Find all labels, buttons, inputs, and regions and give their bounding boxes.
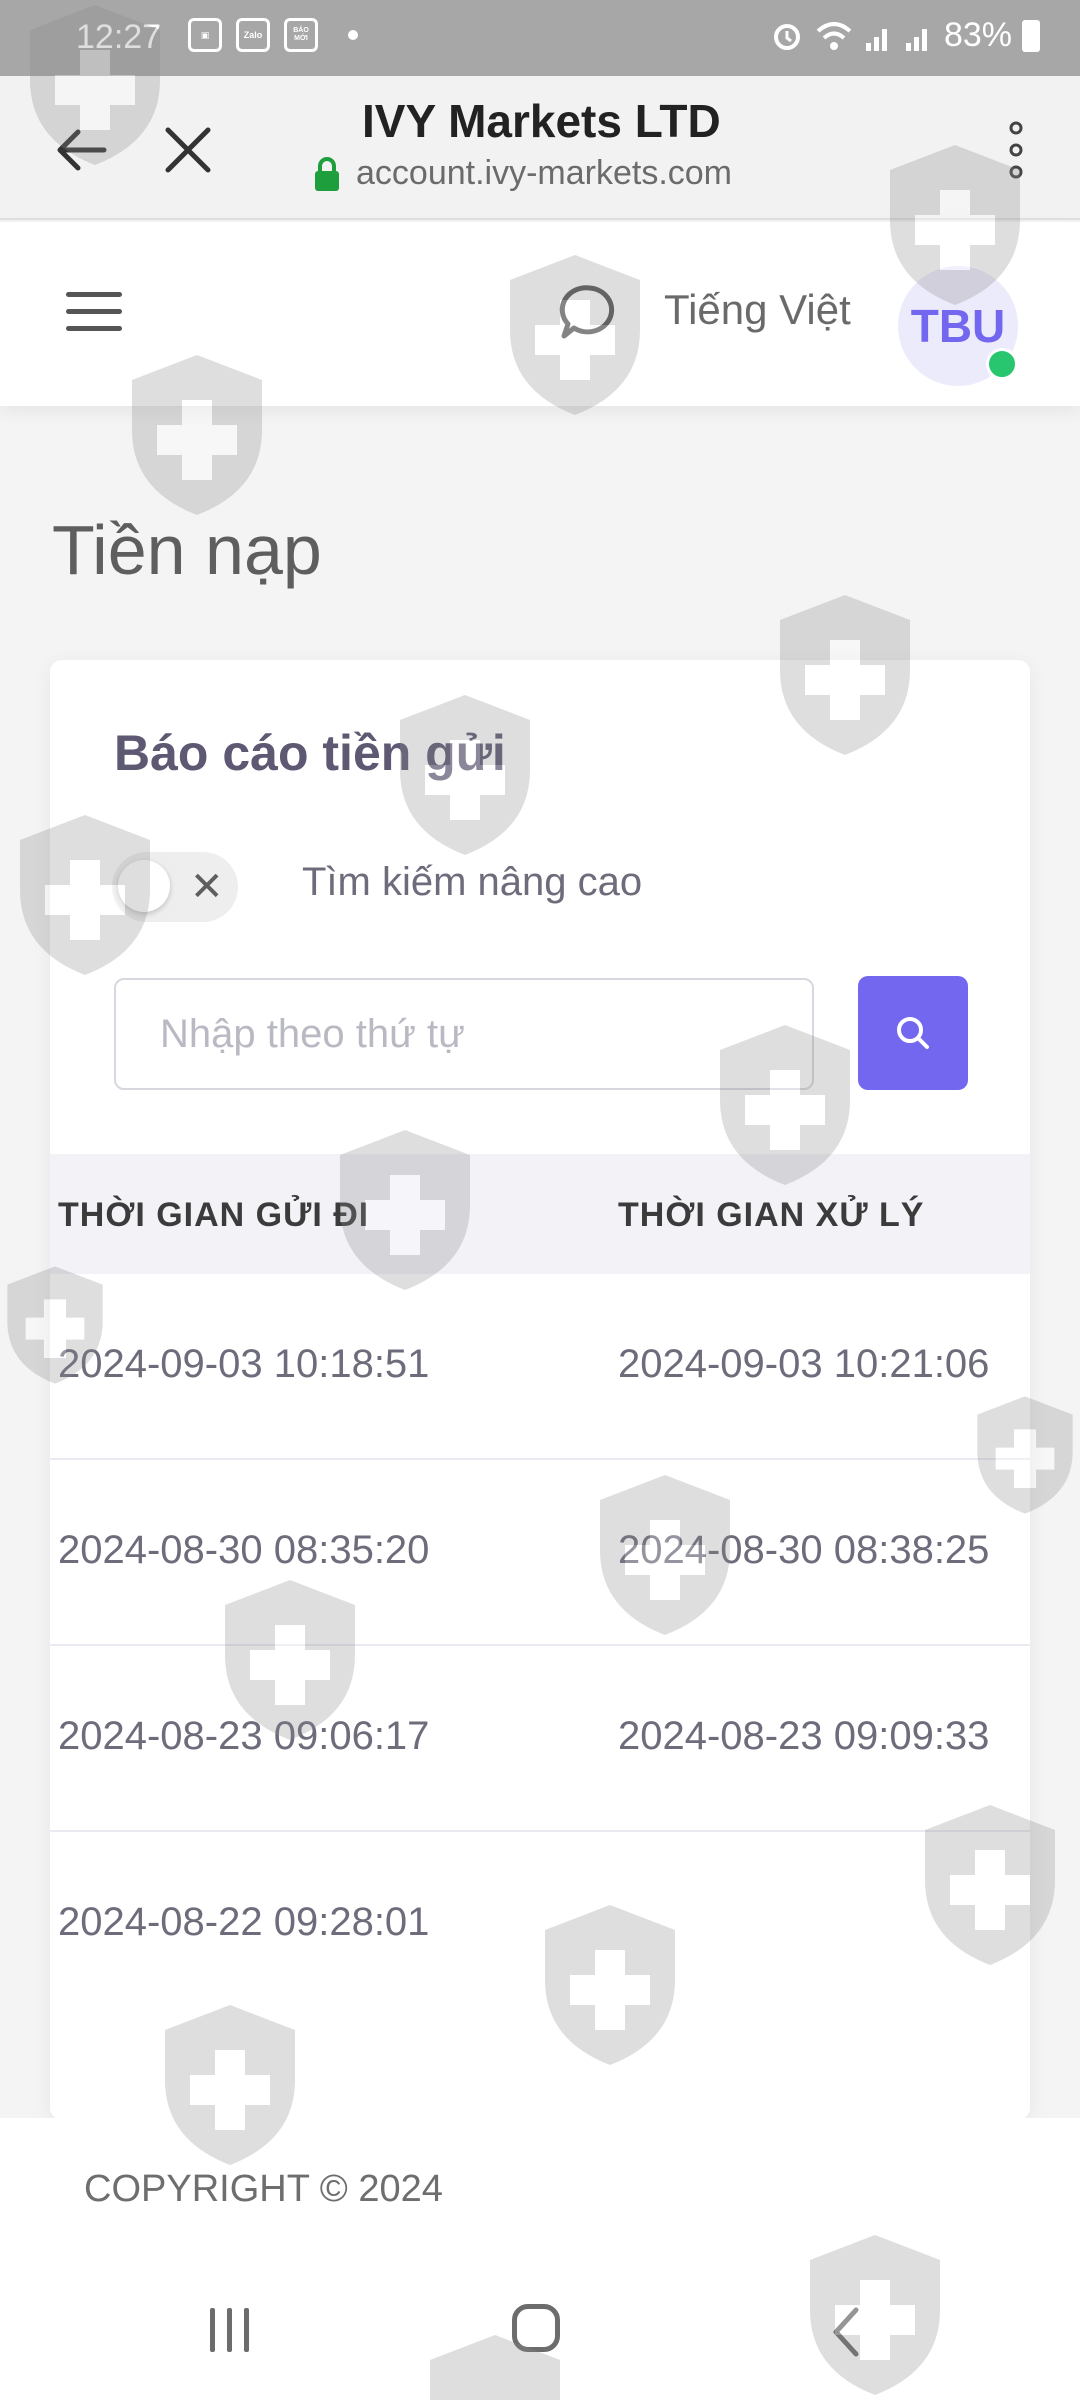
lock-icon: [315, 156, 339, 191]
nav-recent-icon[interactable]: [210, 2308, 249, 2352]
table-header: THỜI GIAN GỬI ĐI THỜI GIAN XỬ LÝ: [50, 1154, 1030, 1274]
cell-processed-time: 2024-09-03 10:21:06: [618, 1342, 990, 1386]
search-icon: [897, 1017, 929, 1049]
toggle-knob: [118, 860, 170, 912]
signal-2-icon: [905, 28, 927, 51]
order-search-input[interactable]: [114, 978, 814, 1090]
site-header: Tiếng Việt TBU: [0, 222, 1080, 406]
column-header-sent-time[interactable]: THỜI GIAN GỬI ĐI: [58, 1196, 369, 1235]
status-bar: 12:27 ▣ Zalo BÁO MỚI 83%: [0, 0, 1080, 76]
more-notifications-dot-icon: [348, 30, 358, 40]
nav-home-icon[interactable]: [512, 2304, 560, 2352]
url-row[interactable]: account.ivy-markets.com: [312, 154, 732, 193]
table-row[interactable]: 2024-09-03 10:18:51 2024-09-03 10:21:06: [50, 1274, 1030, 1460]
advanced-search-label: Tìm kiếm nâng cao: [302, 860, 643, 904]
chat-icon[interactable]: [558, 280, 622, 344]
cell-sent-time: 2024-09-03 10:18:51: [58, 1342, 430, 1386]
gallery-notification-icon: ▣: [188, 18, 222, 52]
site-footer: COPYRIGHT © 2024: [0, 2118, 1080, 2268]
system-nav-bar: [0, 2268, 1080, 2400]
search-button[interactable]: [858, 976, 968, 1090]
wifi-icon: [816, 21, 852, 50]
url-text: account.ivy-markets.com: [356, 154, 732, 192]
zalo-notification-icon: Zalo: [236, 18, 270, 52]
language-selector[interactable]: Tiếng Việt: [664, 286, 851, 334]
toggle-close-icon: ✕: [190, 865, 224, 909]
close-icon[interactable]: [158, 120, 218, 180]
alarm-icon: [773, 23, 800, 50]
back-arrow-icon[interactable]: [52, 120, 112, 180]
signal-1-icon: [865, 28, 887, 51]
cell-sent-time: 2024-08-30 08:35:20: [58, 1528, 430, 1572]
battery-percent: 83%: [943, 16, 1012, 54]
browser-page-title: IVY Markets LTD: [362, 95, 721, 147]
status-right: 83%: [770, 16, 1040, 55]
copyright-text: COPYRIGHT © 2024: [84, 2168, 443, 2210]
more-vert-icon[interactable]: [996, 118, 1036, 182]
column-header-processed-time[interactable]: THỜI GIAN XỬ LÝ: [618, 1196, 924, 1235]
avatar-initials: TBU: [910, 300, 1006, 352]
cell-processed-time: 2024-08-23 09:09:33: [618, 1714, 990, 1758]
online-status-dot: [986, 348, 1018, 380]
status-time: 12:27: [76, 18, 162, 56]
advanced-search-toggle[interactable]: ✕: [112, 852, 238, 922]
nav-back-icon[interactable]: [826, 2302, 866, 2362]
browser-toolbar: IVY Markets LTD account.ivy-markets.com: [0, 76, 1080, 220]
table-row[interactable]: 2024-08-30 08:35:20 2024-08-30 08:38:25: [50, 1460, 1030, 1646]
avatar[interactable]: TBU: [898, 266, 1018, 386]
hamburger-icon[interactable]: [66, 292, 122, 336]
notification-icons: ▣ Zalo BÁO MỚI: [188, 18, 358, 52]
cell-processed-time: 2024-08-30 08:38:25: [618, 1528, 990, 1572]
cell-sent-time: 2024-08-23 09:06:17: [58, 1714, 430, 1758]
battery-icon: [1022, 19, 1040, 52]
table-row[interactable]: 2024-08-23 09:06:17 2024-08-23 09:09:33: [50, 1646, 1030, 1832]
table-row[interactable]: 2024-08-22 09:28:01: [50, 1832, 1030, 2016]
card-title: Báo cáo tiền gửi: [114, 725, 506, 781]
baomoi-notification-icon: BÁO MỚI: [284, 18, 318, 52]
cell-sent-time: 2024-08-22 09:28:01: [58, 1900, 430, 1944]
page-title: Tiền nạp: [52, 511, 322, 589]
deposit-report-card: Báo cáo tiền gửi ✕ Tìm kiếm nâng cao THỜ…: [50, 660, 1030, 2120]
